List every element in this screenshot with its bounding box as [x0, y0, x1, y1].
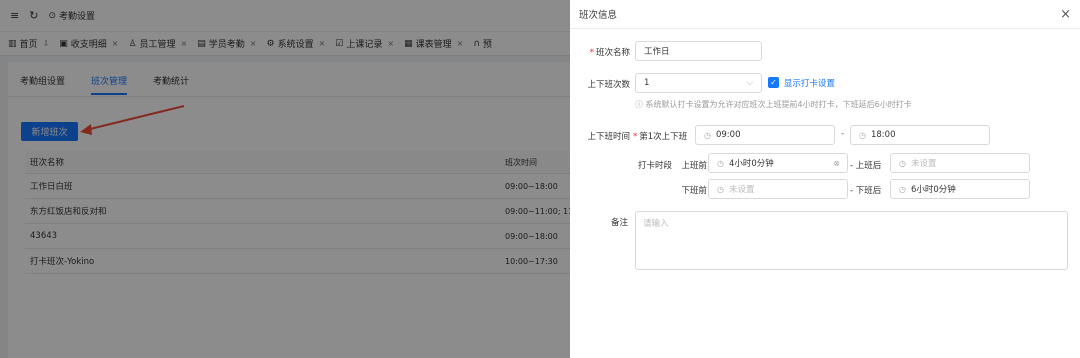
show-punch-label[interactable]: 显示打卡设置 — [784, 77, 835, 89]
shift-info-drawer: 班次信息 × * 班次名称 工作日 上下班次数 1 ⌵ ✓ 显示打卡设置 ⓘ 系统… — [570, 0, 1080, 358]
shift-name-label: * 班次名称 — [589, 48, 630, 58]
info-hint: ⓘ 系统默认打卡设置为允许对应班次上班提前4小时打卡，下班延后6小时打卡 — [635, 100, 912, 109]
close-icon[interactable]: × — [1060, 7, 1071, 22]
start-time-picker[interactable]: ◷ 09:00 — [695, 125, 835, 145]
drawer-header: 班次信息 × — [570, 0, 1080, 29]
clock-icon: ◷ — [704, 130, 711, 140]
before-off-label: 下班前 — [681, 186, 707, 196]
remark-textarea[interactable]: 请输入 — [635, 211, 1068, 270]
clock-icon: ◷ — [717, 184, 724, 194]
shift-name-input[interactable]: 工作日 — [635, 41, 762, 61]
shift-count-label: 上下班次数 — [587, 80, 630, 90]
first-shift-label: * 第1次上下班 — [633, 132, 688, 142]
before-on-label: 上班前 — [681, 161, 707, 171]
after-on-label: - 上班后 — [850, 161, 882, 171]
show-punch-checkbox[interactable]: ✓ — [768, 77, 779, 88]
remark-label: 备注 — [610, 218, 628, 228]
range-separator: - — [841, 129, 845, 139]
clock-icon: ◷ — [899, 158, 906, 168]
after-off-label: - 下班后 — [850, 186, 882, 196]
end-time-picker[interactable]: ◷ 18:00 — [850, 125, 990, 145]
clock-icon: ◷ — [859, 130, 866, 140]
drawer-title: 班次信息 — [579, 10, 618, 21]
punch-window-label: 打卡时段 — [637, 161, 672, 171]
clear-icon[interactable]: ⊗ — [833, 159, 840, 168]
chevron-down-icon: ⌵ — [746, 78, 753, 87]
shift-count-select[interactable]: 1 ⌵ — [635, 73, 762, 93]
after-off-picker[interactable]: ◷ 6小时0分钟 — [890, 179, 1030, 199]
clock-icon: ◷ — [899, 184, 906, 194]
before-off-picker[interactable]: ◷ 未设置 — [708, 179, 848, 199]
clock-icon: ◷ — [717, 158, 724, 168]
before-on-picker[interactable]: ◷ 4小时0分钟 ⊗ — [708, 153, 848, 173]
after-on-picker[interactable]: ◷ 未设置 — [890, 153, 1030, 173]
work-time-label: 上下班时间 — [587, 132, 630, 142]
